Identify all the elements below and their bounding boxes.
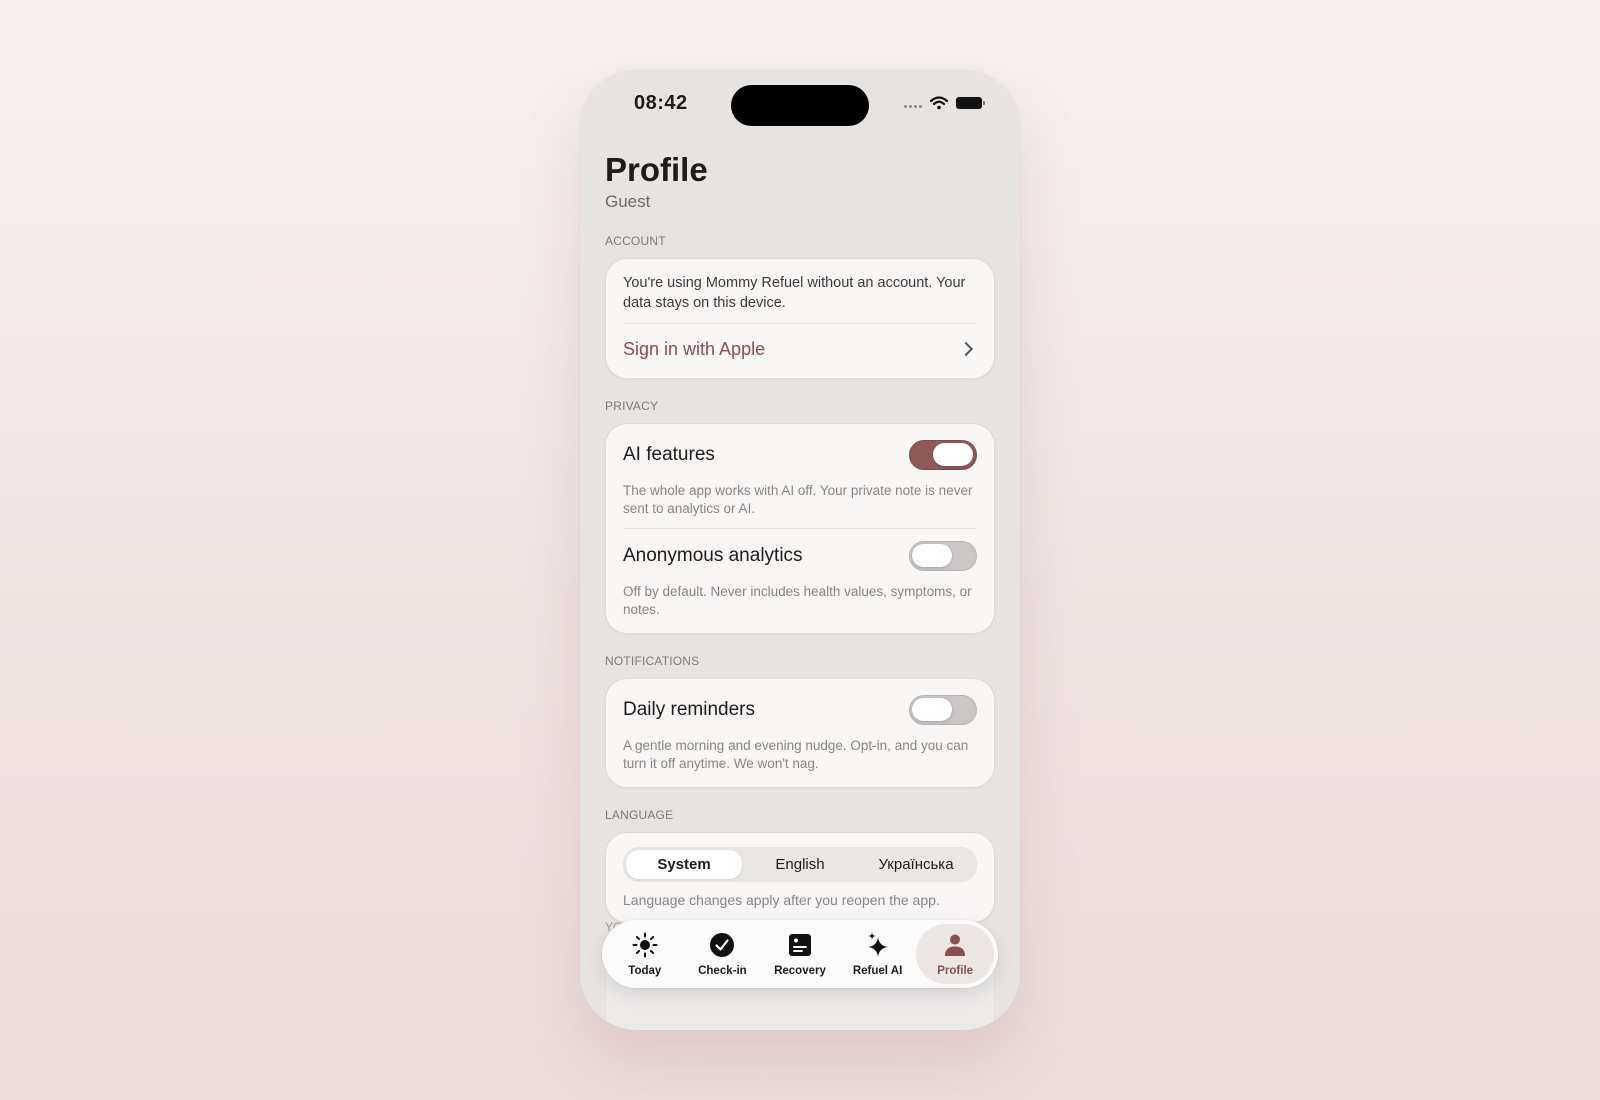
chevron-right-icon bbox=[958, 341, 974, 357]
language-option-system[interactable]: System bbox=[626, 850, 742, 879]
tab-bar: Today Check-in Recovery Refuel AI Profil… bbox=[602, 920, 998, 988]
language-card: System English Українська Language chang… bbox=[605, 832, 995, 923]
tab-today[interactable]: Today bbox=[606, 924, 684, 984]
tab-label: Today bbox=[628, 965, 662, 977]
phone-frame: 08:42 Profile Guest ACCOUNT You're using… bbox=[580, 70, 1020, 1030]
divider bbox=[623, 528, 977, 529]
tab-label: Check-in bbox=[698, 965, 747, 977]
notifications-card: Daily reminders A gentle morning and eve… bbox=[605, 678, 995, 788]
sign-in-with-apple-button[interactable]: Sign in with Apple bbox=[623, 334, 977, 364]
status-time: 08:42 bbox=[634, 92, 688, 114]
wifi-icon bbox=[930, 96, 948, 110]
section-label-notifications: NOTIFICATIONS bbox=[605, 654, 700, 668]
tab-check-in[interactable]: Check-in bbox=[684, 924, 762, 984]
divider bbox=[623, 323, 977, 324]
section-label-account: ACCOUNT bbox=[605, 234, 666, 248]
check-circle-icon bbox=[710, 933, 735, 957]
dynamic-island bbox=[731, 85, 869, 126]
account-card: You're using Mommy Refuel without an acc… bbox=[605, 258, 995, 379]
sign-in-label: Sign in with Apple bbox=[623, 338, 766, 359]
section-label-privacy: PRIVACY bbox=[605, 399, 659, 413]
tab-recovery[interactable]: Recovery bbox=[761, 924, 839, 984]
section-label-language: LANGUAGE bbox=[605, 808, 674, 822]
toggle-knob bbox=[912, 698, 952, 721]
analytics-description: Off by default. Never includes health va… bbox=[623, 584, 972, 617]
profile-content: Profile Guest ACCOUNT You're using Mommy… bbox=[605, 150, 995, 923]
status-bar: 08:42 bbox=[580, 70, 1020, 140]
ai-features-toggle[interactable] bbox=[909, 440, 977, 470]
privacy-card: AI features The whole app works with AI … bbox=[605, 423, 995, 634]
daily-reminders-description: A gentle morning and evening nudge. Opt-… bbox=[623, 738, 969, 771]
toggle-knob bbox=[912, 544, 952, 567]
language-note: Language changes apply after you reopen … bbox=[623, 892, 940, 908]
tab-label: Refuel AI bbox=[852, 965, 903, 977]
person-icon bbox=[945, 934, 966, 956]
account-description: You're using Mommy Refuel without an acc… bbox=[623, 275, 966, 311]
tab-label: Recovery bbox=[774, 965, 826, 977]
language-option-english[interactable]: English bbox=[742, 850, 858, 879]
toggle-knob bbox=[933, 443, 973, 466]
analytics-title: Anonymous analytics bbox=[623, 545, 803, 566]
tab-profile[interactable]: Profile bbox=[916, 924, 994, 984]
daily-reminders-toggle[interactable] bbox=[909, 695, 977, 725]
tab-refuel-ai[interactable]: Refuel AI bbox=[839, 924, 917, 984]
journal-icon bbox=[788, 934, 811, 956]
language-option-ukrainian[interactable]: Українська bbox=[858, 850, 974, 879]
daily-reminders-title: Daily reminders bbox=[623, 699, 755, 720]
cellular-signal-icon bbox=[904, 104, 922, 108]
analytics-row: Anonymous analytics bbox=[623, 539, 977, 573]
status-icons bbox=[904, 96, 985, 110]
page-subtitle: Guest bbox=[605, 192, 651, 211]
ai-features-row: AI features bbox=[623, 438, 977, 472]
daily-reminders-row: Daily reminders bbox=[623, 693, 977, 727]
ai-features-title: AI features bbox=[623, 444, 715, 465]
page-title: Profile bbox=[605, 151, 708, 188]
analytics-toggle[interactable] bbox=[909, 541, 977, 571]
ai-features-description: The whole app works with AI off. Your pr… bbox=[623, 483, 973, 516]
language-segmented-control: System English Українська bbox=[623, 847, 977, 882]
sun-icon bbox=[632, 932, 658, 958]
battery-icon bbox=[956, 97, 985, 109]
tab-label: Profile bbox=[937, 965, 974, 977]
sparkles-icon bbox=[867, 932, 888, 957]
